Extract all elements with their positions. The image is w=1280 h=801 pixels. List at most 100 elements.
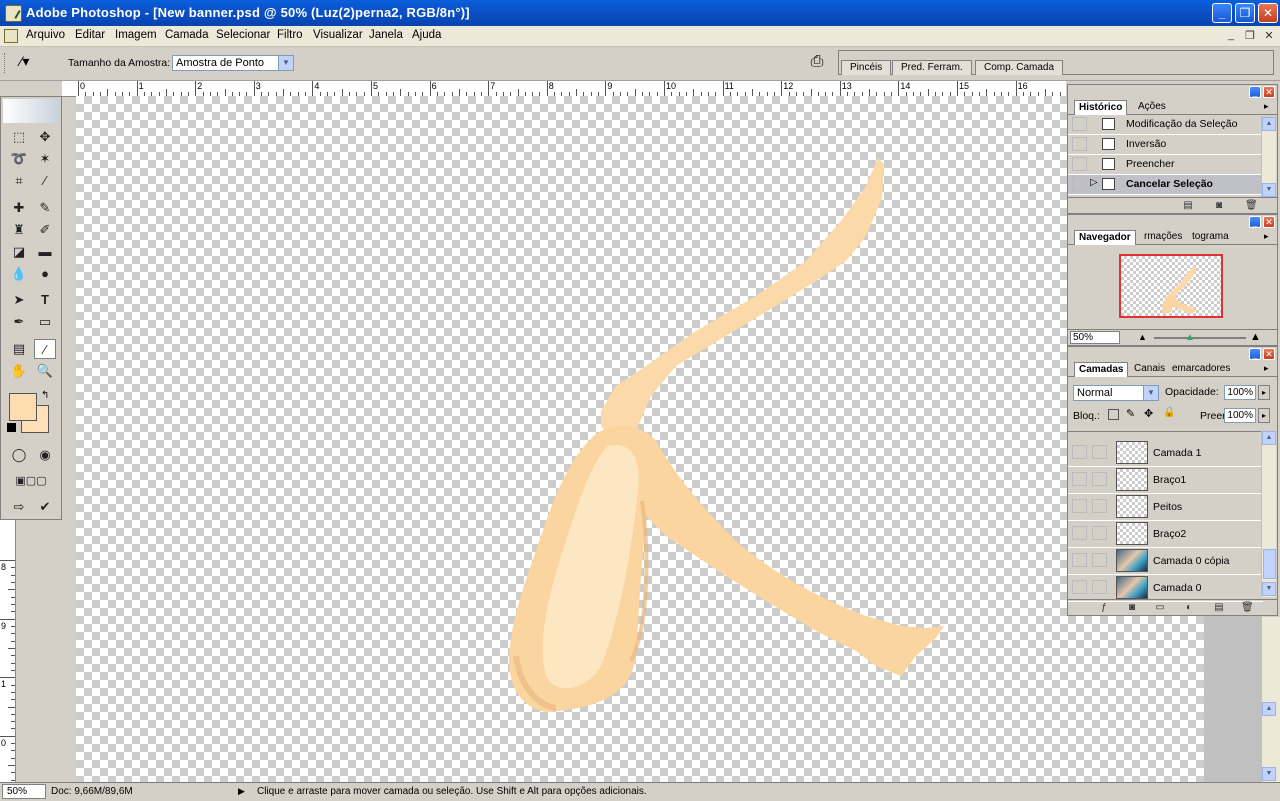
- blur-tool-icon[interactable]: 💧: [8, 264, 30, 284]
- crop-tool-icon[interactable]: ⌗: [8, 171, 30, 191]
- layer-name[interactable]: Camada 1: [1153, 447, 1201, 459]
- document-canvas[interactable]: [76, 96, 1204, 782]
- opacity-arrow-icon[interactable]: ▸: [1258, 385, 1270, 400]
- edit-in-imageready-icon[interactable]: ✔: [34, 497, 56, 517]
- layer-thumbnail[interactable]: [1116, 522, 1148, 545]
- layer-visibility-eye-icon[interactable]: [1072, 580, 1087, 594]
- well-tab-layer-comps[interactable]: Comp. Camada: [975, 60, 1064, 75]
- history-item[interactable]: Preencher: [1068, 155, 1263, 175]
- tab-informacoes[interactable]: rmações: [1140, 230, 1186, 244]
- panel-minimize-button[interactable]: _: [1249, 348, 1261, 360]
- layer-thumbnail[interactable]: [1116, 495, 1148, 518]
- status-menu-arrow-icon[interactable]: ▶: [238, 786, 250, 798]
- layer-thumbnail[interactable]: [1116, 576, 1148, 599]
- foreground-color-swatch[interactable]: [9, 393, 37, 421]
- healing-brush-tool-icon[interactable]: ✚: [8, 198, 30, 218]
- menu-arquivo[interactable]: Arquivo: [26, 29, 65, 41]
- horizontal-ruler[interactable]: 0 1 2 3 4 5 6 7 8 9 10 11 12 13 14 15 16: [62, 81, 1066, 97]
- layer-name[interactable]: Camada 0 cópia: [1153, 555, 1229, 567]
- magic-wand-tool-icon[interactable]: ✶: [34, 149, 56, 169]
- scroll-up-arrow[interactable]: ▲: [1262, 702, 1276, 716]
- gradient-tool-icon[interactable]: ▬: [34, 242, 56, 262]
- shape-tool-icon[interactable]: ▭: [34, 312, 56, 332]
- zoom-in-icon[interactable]: ▲: [1250, 331, 1261, 343]
- new-group-icon[interactable]: ▭: [1154, 602, 1166, 613]
- panel-menu-arrow-icon[interactable]: ▸: [1264, 363, 1269, 374]
- panel-minimize-button[interactable]: _: [1249, 216, 1261, 228]
- adjustment-layer-icon[interactable]: ◐: [1183, 602, 1195, 613]
- tab-acoes[interactable]: Ações: [1134, 100, 1170, 114]
- lock-all-icon[interactable]: 🔒: [1163, 407, 1175, 418]
- brush-tool-icon[interactable]: ✎: [34, 198, 56, 218]
- tab-histograma[interactable]: tograma: [1188, 230, 1233, 244]
- history-item[interactable]: ▷ Cancelar Seleção: [1068, 175, 1263, 195]
- layer-link-icon[interactable]: [1092, 553, 1107, 567]
- navigator-preview[interactable]: [1119, 254, 1223, 318]
- eyedropper-tool-icon[interactable]: ⁄: [34, 339, 56, 359]
- history-panel-titlebar[interactable]: _ ✕: [1068, 85, 1277, 99]
- layer-thumbnail[interactable]: [1116, 441, 1148, 464]
- layer-row[interactable]: Camada 0: [1068, 575, 1263, 602]
- doc-close-button[interactable]: ✕: [1262, 29, 1276, 42]
- menu-filtro[interactable]: Filtro: [277, 29, 303, 41]
- history-scrollbar[interactable]: ▲ ▼: [1261, 117, 1276, 197]
- type-tool-icon[interactable]: T: [34, 290, 56, 310]
- layer-link-icon[interactable]: [1092, 445, 1107, 459]
- dodge-tool-icon[interactable]: ●: [34, 264, 56, 284]
- canvas-vertical-scrollbar[interactable]: ▲ ▼: [1262, 617, 1280, 782]
- doc-minimize-button[interactable]: _: [1224, 29, 1238, 41]
- layer-visibility-eye-icon[interactable]: [1072, 499, 1087, 513]
- jump-to-imageready-icon[interactable]: ⇨: [8, 497, 30, 517]
- tab-historico[interactable]: Histórico: [1074, 100, 1128, 115]
- swap-colors-icon[interactable]: ↰: [41, 390, 49, 401]
- menu-selecionar[interactable]: Selecionar: [216, 29, 270, 41]
- layer-row[interactable]: Peitos: [1068, 494, 1263, 521]
- lock-position-icon[interactable]: ✥: [1144, 407, 1153, 420]
- menu-editar[interactable]: Editar: [75, 29, 105, 41]
- scroll-up-arrow[interactable]: ▲: [1262, 431, 1276, 445]
- layer-link-icon[interactable]: [1092, 580, 1107, 594]
- history-item[interactable]: Inversão: [1068, 135, 1263, 155]
- layer-visibility-eye-icon[interactable]: [1072, 445, 1087, 459]
- maximize-button[interactable]: ❐: [1235, 3, 1255, 23]
- panel-close-button[interactable]: ✕: [1263, 348, 1275, 360]
- menu-janela[interactable]: Janela: [369, 29, 403, 41]
- tab-canais[interactable]: Canais: [1130, 362, 1169, 376]
- navigator-zoom-input[interactable]: 50%: [1070, 331, 1120, 344]
- layer-name[interactable]: Braço1: [1153, 474, 1186, 486]
- layer-visibility-eye-icon[interactable]: [1072, 526, 1087, 540]
- history-snapshot-checkbox[interactable]: [1072, 137, 1087, 151]
- menu-ajuda[interactable]: Ajuda: [412, 29, 441, 41]
- options-grip[interactable]: [4, 53, 8, 73]
- history-snapshot-checkbox[interactable]: [1072, 117, 1087, 131]
- history-snapshot-checkbox[interactable]: [1072, 157, 1087, 171]
- clone-stamp-tool-icon[interactable]: ♜: [8, 220, 30, 240]
- eraser-tool-icon[interactable]: ◪: [8, 242, 30, 262]
- blend-mode-select[interactable]: Normal ▼: [1073, 385, 1159, 401]
- fill-input[interactable]: 100%: [1224, 408, 1256, 423]
- layer-mask-icon[interactable]: ◙: [1126, 602, 1138, 613]
- default-colors-icon[interactable]: [7, 423, 16, 432]
- new-layer-icon[interactable]: ▤: [1213, 602, 1225, 613]
- standard-mode-icon[interactable]: ◯: [8, 445, 30, 465]
- status-doc-info[interactable]: Doc: 9,66M/89,6M: [51, 786, 133, 797]
- document-icon[interactable]: [4, 29, 18, 43]
- vertical-ruler[interactable]: 8910: [0, 520, 16, 782]
- layers-scrollbar[interactable]: ▲ ▼: [1261, 431, 1276, 597]
- notes-tool-icon[interactable]: ▤: [8, 339, 30, 359]
- lock-transparency-icon[interactable]: [1108, 409, 1119, 420]
- hand-tool-icon[interactable]: ✋: [8, 361, 30, 381]
- layer-thumbnail[interactable]: [1116, 549, 1148, 572]
- marquee-tool-icon[interactable]: ⬚: [8, 127, 30, 147]
- well-tab-brushes[interactable]: Pincéis: [841, 60, 892, 75]
- navigator-panel-titlebar[interactable]: _ ✕: [1068, 215, 1277, 229]
- history-snapshot-checkbox[interactable]: [1072, 177, 1087, 191]
- zoom-out-icon[interactable]: ▲: [1138, 332, 1147, 342]
- history-state-pointer-icon[interactable]: ▷: [1090, 177, 1098, 188]
- screen-mode-icons[interactable]: ▣▢▢: [6, 471, 56, 491]
- new-snapshot-icon[interactable]: ◙: [1213, 200, 1225, 211]
- menu-visualizar[interactable]: Visualizar: [313, 29, 363, 41]
- panel-menu-arrow-icon[interactable]: ▸: [1264, 101, 1269, 112]
- trash-icon[interactable]: 🗑: [1241, 602, 1254, 613]
- slice-tool-icon[interactable]: ⁄: [34, 171, 56, 191]
